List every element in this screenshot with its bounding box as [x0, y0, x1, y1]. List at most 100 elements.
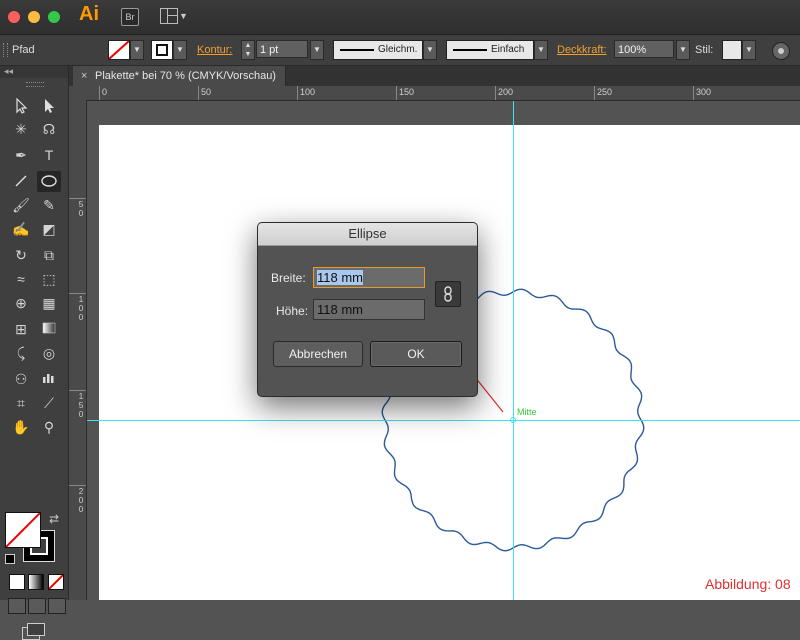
opacity-input[interactable]: 100%: [614, 40, 674, 58]
blend-tool-icon[interactable]: ◎: [37, 343, 61, 364]
chevron-down-icon: ▼: [179, 11, 188, 21]
app-logo: Ai: [79, 3, 99, 25]
eraser-tool-icon[interactable]: ◩: [37, 219, 61, 240]
profile-label: Gleichm.: [378, 44, 418, 55]
draw-normal-button[interactable]: [8, 598, 26, 614]
direct-selection-tool-icon[interactable]: [37, 95, 61, 116]
bridge-button[interactable]: Br: [121, 8, 139, 26]
ruler-label: 250: [597, 87, 613, 97]
tool-panel-header: ◂◂: [0, 66, 68, 78]
width-input-selected-text: 118 mm: [317, 270, 363, 285]
screen-mode-icon[interactable]: [22, 623, 46, 640]
gradient-mode-button[interactable]: [28, 574, 44, 590]
fill-stroke-control: ⇄: [5, 512, 63, 568]
selection-tool-icon[interactable]: [9, 95, 33, 116]
center-smart-guide-label: Mitte: [517, 407, 537, 417]
vertical-guide[interactable]: [513, 101, 514, 600]
chain-link-icon: [444, 286, 452, 302]
panel-grip[interactable]: [3, 43, 8, 57]
draw-behind-button[interactable]: [28, 598, 46, 614]
constrain-proportions-button[interactable]: [435, 281, 461, 307]
height-input[interactable]: 118 mm: [313, 299, 425, 320]
paintbrush-tool-icon[interactable]: 🖌: [9, 195, 33, 216]
lasso-tool-icon[interactable]: ☊: [37, 119, 61, 140]
width-label: Breite:: [271, 271, 306, 285]
pen-tool-icon[interactable]: ✒: [9, 145, 33, 166]
ruler-label: 2 0 0: [78, 487, 84, 514]
shape-builder-tool-icon[interactable]: ⊕: [9, 293, 33, 314]
ruler-label: 1 5 0: [78, 392, 84, 419]
line-tool-icon[interactable]: [9, 171, 33, 192]
stroke-weight-input[interactable]: 1 pt: [256, 40, 308, 58]
opacity-link[interactable]: Deckkraft:: [557, 44, 607, 56]
window-zoom-button[interactable]: [48, 11, 60, 23]
arrange-documents-button[interactable]: ▼: [160, 8, 188, 24]
column-graph-tool-icon[interactable]: [37, 369, 61, 390]
app-bar: Ai Br ▼: [0, 0, 800, 35]
close-tab-icon[interactable]: ×: [81, 66, 87, 86]
hand-tool-icon[interactable]: ✋: [9, 417, 33, 438]
symbol-sprayer-tool-icon[interactable]: ⚇: [9, 369, 33, 390]
blob-brush-tool-icon[interactable]: ✍: [9, 219, 33, 240]
fill-dropdown-button[interactable]: ▼: [130, 40, 144, 60]
ruler-origin[interactable]: [69, 86, 87, 101]
figure-caption: Abbildung: 08: [705, 576, 791, 592]
pencil-tool-icon[interactable]: ✎: [37, 195, 61, 216]
brush-dropdown[interactable]: ▼: [534, 40, 548, 60]
ruler-label: 0: [102, 87, 108, 97]
stroke-weight-dropdown[interactable]: ▼: [310, 40, 324, 60]
ok-button[interactable]: OK: [370, 341, 462, 367]
stroke-dropdown-button[interactable]: ▼: [173, 40, 187, 60]
fill-box[interactable]: [5, 512, 41, 548]
stroke-color-swatch[interactable]: [151, 40, 173, 60]
brush-definition[interactable]: Einfach: [446, 40, 534, 60]
profile-dropdown[interactable]: ▼: [423, 40, 437, 60]
zoom-tool-icon[interactable]: ⚲: [37, 417, 61, 438]
slice-tool-icon[interactable]: ⟋: [37, 393, 61, 414]
panel-grip[interactable]: [26, 82, 44, 87]
kontur-link[interactable]: Kontur:: [197, 44, 232, 56]
opacity-dropdown[interactable]: ▼: [676, 40, 690, 60]
eyedropper-tool-icon[interactable]: ⤹: [9, 343, 33, 364]
control-bar: Pfad ▼ ▼ Kontur: ▲ ▼ 1 pt ▼ Gleichm. ▼ Ei…: [0, 35, 800, 66]
style-label: Stil:: [695, 44, 714, 56]
ellipse-dialog: Ellipse Breite: 118 mm Höhe: 118 mm Abbr…: [257, 222, 478, 397]
artboard-tool-icon[interactable]: ⌗: [9, 393, 33, 414]
width-input[interactable]: 118 mm: [313, 267, 425, 288]
color-mode-button[interactable]: [9, 574, 25, 590]
brush-label: Einfach: [491, 44, 525, 55]
ruler-label: 50: [201, 87, 212, 97]
width-tool-icon[interactable]: ≈: [9, 269, 33, 290]
collapse-icon[interactable]: ◂◂: [4, 66, 13, 77]
ellipse-tool-icon[interactable]: [37, 171, 61, 192]
window-close-button[interactable]: [8, 11, 20, 23]
none-mode-button[interactable]: [48, 574, 64, 590]
graphic-style-swatch[interactable]: [722, 40, 742, 60]
rotate-tool-icon[interactable]: ↻: [9, 245, 33, 266]
ruler-label: 200: [498, 87, 514, 97]
free-transform-tool-icon[interactable]: ⬚: [37, 269, 61, 290]
vertical-ruler[interactable]: 5 0 1 0 0 1 5 0 2 0 0: [69, 100, 87, 600]
style-dropdown[interactable]: ▼: [742, 40, 756, 60]
default-fill-stroke-icon[interactable]: [5, 554, 15, 564]
magic-wand-tool-icon[interactable]: ✳: [9, 119, 33, 140]
dialog-title[interactable]: Ellipse: [258, 223, 477, 246]
ruler-label: 5 0: [78, 200, 84, 218]
document-tab[interactable]: × Plakette* bei 70 % (CMYK/Vorschau): [73, 66, 286, 86]
horizontal-guide[interactable]: [87, 420, 800, 421]
fill-color-swatch[interactable]: [108, 40, 130, 60]
draw-inside-button[interactable]: [48, 598, 66, 614]
cancel-button[interactable]: Abbrechen: [273, 341, 363, 367]
swap-fill-stroke-icon[interactable]: ⇄: [49, 512, 59, 526]
horizontal-ruler[interactable]: 0 50 100 150 200 250 300: [86, 86, 800, 101]
variable-width-profile[interactable]: Gleichm.: [333, 40, 423, 60]
window-minimize-button[interactable]: [28, 11, 40, 23]
stroke-weight-stepper[interactable]: ▲ ▼: [241, 40, 255, 60]
panel-menu-icon[interactable]: [772, 42, 790, 60]
gradient-tool-icon[interactable]: [37, 319, 61, 340]
perspective-grid-tool-icon[interactable]: ▦: [37, 293, 61, 314]
type-tool-icon[interactable]: T: [37, 145, 61, 166]
stroke-line-icon: [340, 49, 374, 51]
scale-tool-icon[interactable]: ⧉: [37, 245, 61, 266]
mesh-tool-icon[interactable]: ⊞: [9, 319, 33, 340]
